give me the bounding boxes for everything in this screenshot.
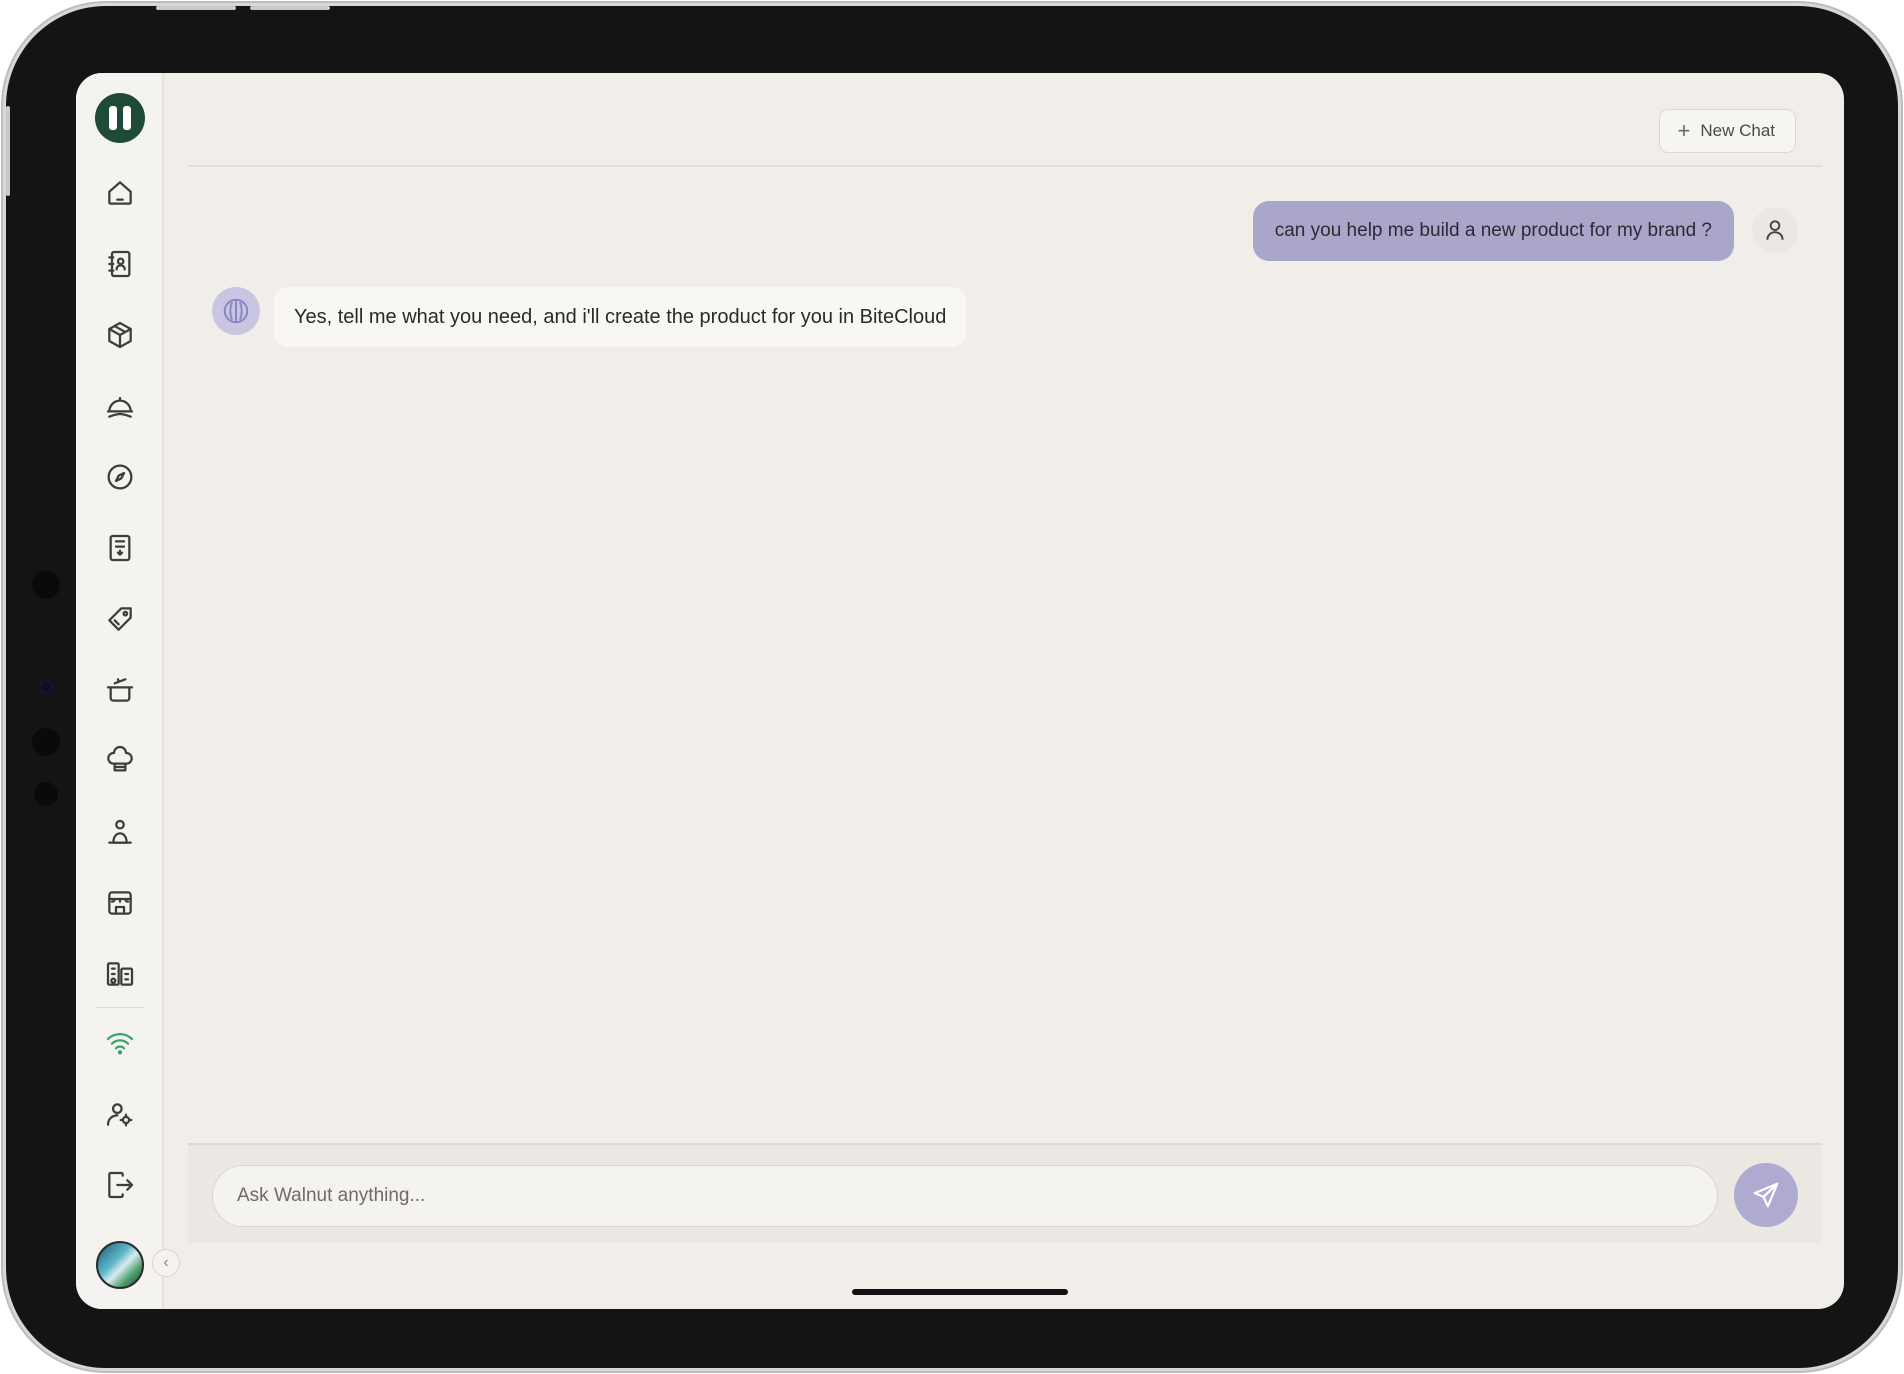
device-sensor — [34, 782, 58, 806]
device-volume-button — [156, 6, 236, 10]
walnut-logo[interactable] — [95, 93, 145, 143]
plus-icon: + — [1677, 118, 1691, 143]
user-avatar-icon — [1752, 207, 1798, 253]
assistant-message-bubble: Yes, tell me what you need, and i'll cre… — [274, 287, 967, 347]
buildings-icon[interactable] — [102, 956, 138, 992]
wifi-icon[interactable] — [102, 1025, 138, 1061]
message-composer — [188, 1143, 1822, 1243]
package-icon[interactable] — [102, 317, 138, 353]
chat-header: + New Chat — [188, 73, 1822, 167]
home-icon[interactable] — [102, 175, 138, 211]
contacts-icon[interactable] — [102, 246, 138, 282]
user-message-bubble: can you help me build a new product for … — [1252, 201, 1734, 261]
cooking-pot-icon[interactable] — [102, 672, 138, 708]
device-side-button — [6, 106, 10, 196]
person-icon[interactable] — [102, 814, 138, 850]
device-volume-button — [250, 6, 330, 10]
tag-icon[interactable] — [102, 601, 138, 637]
settings-person-icon[interactable] — [102, 1096, 138, 1132]
send-icon — [1753, 1182, 1779, 1208]
document-icon[interactable] — [102, 530, 138, 566]
chat-input[interactable] — [212, 1165, 1718, 1227]
compass-icon[interactable] — [102, 459, 138, 495]
device-camera — [41, 682, 51, 692]
new-chat-button[interactable]: + New Chat — [1658, 109, 1796, 153]
send-button[interactable] — [1734, 1163, 1798, 1227]
assistant-avatar-icon — [212, 287, 260, 335]
new-chat-label: New Chat — [1700, 121, 1775, 140]
home-indicator — [852, 1289, 1068, 1295]
logout-icon[interactable] — [102, 1167, 138, 1203]
serving-cloche-icon[interactable] — [102, 388, 138, 424]
device-sensor — [32, 728, 60, 756]
sidebar-divider — [96, 1007, 144, 1008]
chat-main: + New Chat can you help me build a new p… — [166, 73, 1844, 1309]
app-screen: ‹ + New Chat can you help me build a new… — [76, 73, 1844, 1309]
device-sensor — [32, 571, 60, 599]
profile-avatar[interactable] — [96, 1241, 144, 1289]
chef-hat-icon[interactable] — [102, 743, 138, 779]
storefront-icon[interactable] — [102, 885, 138, 921]
sidebar — [76, 73, 164, 1309]
tablet-frame: ‹ + New Chat can you help me build a new… — [6, 6, 1898, 1368]
